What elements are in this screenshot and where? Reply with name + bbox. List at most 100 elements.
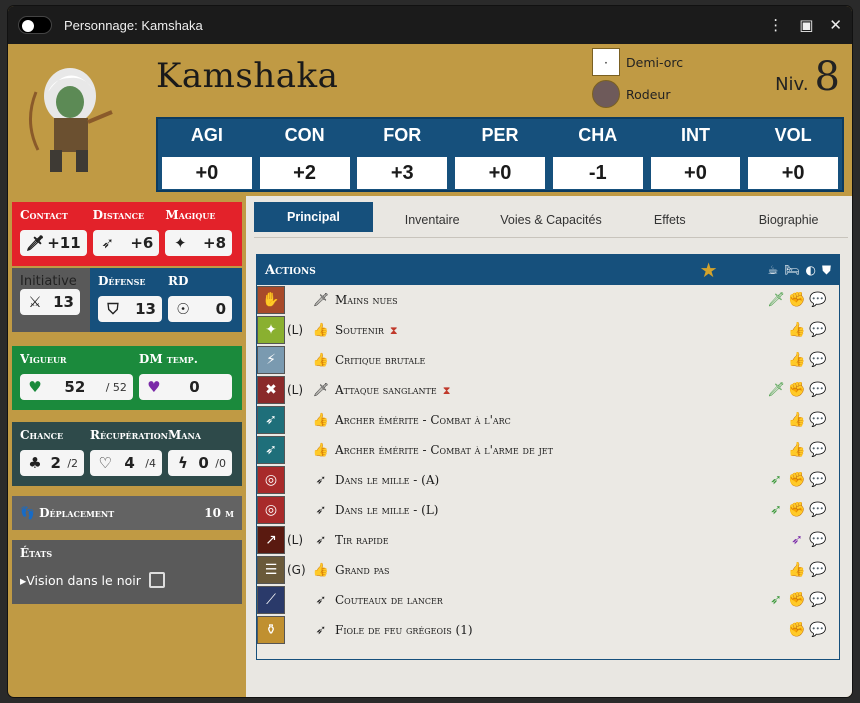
- action-row[interactable]: ➶ 👍 Archer émérite - Combat à l'arc 👍 💬: [257, 405, 839, 435]
- action-name[interactable]: Archer émérite - Combat à l'arme de jet: [335, 443, 788, 457]
- action-name[interactable]: Attaque sanglante ⧗: [335, 383, 767, 398]
- action-image[interactable]: ⚡: [257, 346, 285, 374]
- half-shield-icon[interactable]: ◐: [806, 263, 816, 277]
- action-image[interactable]: ➶: [257, 406, 285, 434]
- chat-icon[interactable]: 💬: [809, 562, 827, 578]
- class-item[interactable]: Rodeur: [592, 80, 670, 108]
- roll-icon[interactable]: ➶: [767, 592, 785, 608]
- attribute-agi[interactable]: AGI +0: [158, 119, 256, 190]
- character-portrait[interactable]: [14, 52, 126, 176]
- action-row[interactable]: ↗ (L) ➶ Tir rapide ➶ 💬: [257, 525, 839, 555]
- tab-effets[interactable]: Effets: [610, 202, 729, 237]
- state-checkbox[interactable]: [148, 572, 165, 588]
- action-row[interactable]: ✦ (L) 👍 Soutenir ⧗ 👍 💬: [257, 315, 839, 345]
- roll-icon[interactable]: 🗡: [767, 292, 785, 308]
- chat-icon[interactable]: 💬: [809, 412, 827, 428]
- rd-field[interactable]: ☉ 0: [168, 296, 232, 322]
- action-name[interactable]: Critique brutale: [335, 353, 788, 367]
- action-row[interactable]: ⟋ ➶ Couteaux de lancer ➶ ✊ 💬: [257, 585, 839, 615]
- roll-icon[interactable]: 👍: [788, 412, 806, 428]
- sheet-toggle[interactable]: [18, 16, 52, 34]
- defense-field[interactable]: ⛉ 13: [98, 296, 162, 322]
- roll-icon[interactable]: ✊: [788, 382, 806, 398]
- action-name[interactable]: Couteaux de lancer: [335, 593, 767, 607]
- contact-roll[interactable]: 🗡 +11: [20, 230, 87, 256]
- tab-inventaire[interactable]: Inventaire: [373, 202, 492, 237]
- roll-icon[interactable]: ➶: [767, 472, 785, 488]
- document-icon[interactable]: ▣: [799, 16, 813, 34]
- attribute-value[interactable]: +0: [650, 157, 741, 189]
- action-row[interactable]: ◎ ➶ Dans le mille - (A) ➶ ✊ 💬: [257, 465, 839, 495]
- attribute-con[interactable]: CON +2: [256, 119, 354, 190]
- tab-voies-capacites[interactable]: Voies & Capacités: [492, 202, 611, 237]
- action-row[interactable]: ✋ 🗡 Mains nues 🗡 ✊ 💬: [257, 285, 839, 315]
- attribute-value[interactable]: -1: [552, 157, 643, 189]
- bed-icon[interactable]: 🛏: [784, 263, 799, 277]
- action-image[interactable]: ☰: [257, 556, 285, 584]
- action-image[interactable]: ◎: [257, 496, 285, 524]
- vigueur-field[interactable]: ♥ 52 / 52: [20, 374, 133, 400]
- tab-principal[interactable]: Principal: [254, 202, 373, 232]
- action-name[interactable]: Mains nues: [335, 293, 767, 307]
- chat-icon[interactable]: 💬: [809, 532, 827, 548]
- attribute-per[interactable]: PER +0: [451, 119, 549, 190]
- chat-icon[interactable]: 💬: [809, 592, 827, 608]
- roll-icon[interactable]: ✊: [788, 592, 806, 608]
- roll-icon[interactable]: 👍: [788, 322, 806, 338]
- chat-icon[interactable]: 💬: [809, 352, 827, 368]
- action-name[interactable]: Tir rapide: [335, 533, 788, 547]
- roll-icon[interactable]: 👍: [788, 562, 806, 578]
- attribute-value[interactable]: +2: [259, 157, 350, 189]
- roll-icon[interactable]: 👍: [788, 442, 806, 458]
- attribute-for[interactable]: FOR +3: [353, 119, 451, 190]
- chat-icon[interactable]: 💬: [809, 502, 827, 518]
- attribute-cha[interactable]: CHA -1: [549, 119, 647, 190]
- action-name[interactable]: Dans le mille - (L): [335, 503, 767, 517]
- attribute-value[interactable]: +3: [357, 157, 448, 189]
- roll-icon[interactable]: ✊: [788, 292, 806, 308]
- roll-icon[interactable]: 👍: [788, 352, 806, 368]
- chance-field[interactable]: ♣ 2/2: [20, 450, 85, 476]
- roll-icon[interactable]: ✊: [788, 502, 806, 518]
- dm-temp-field[interactable]: ♥ 0: [138, 374, 232, 400]
- star-icon[interactable]: ★: [700, 258, 718, 282]
- roll-icon[interactable]: ➶: [788, 532, 806, 548]
- shield-icon[interactable]: ⛊: [822, 263, 831, 278]
- action-image[interactable]: ◎: [257, 466, 285, 494]
- action-image[interactable]: ⚱: [257, 616, 285, 644]
- action-image[interactable]: ⟋: [257, 586, 285, 614]
- action-row[interactable]: ⚡ 👍 Critique brutale 👍 💬: [257, 345, 839, 375]
- action-row[interactable]: ◎ ➶ Dans le mille - (L) ➶ ✊ 💬: [257, 495, 839, 525]
- action-name[interactable]: Archer émérite - Combat à l'arc: [335, 413, 788, 427]
- action-row[interactable]: ☰ (G) 👍 Grand pas 👍 💬: [257, 555, 839, 585]
- action-name[interactable]: Grand pas: [335, 563, 788, 577]
- roll-icon[interactable]: ✊: [788, 472, 806, 488]
- roll-icon[interactable]: 🗡: [767, 382, 785, 398]
- attribute-value[interactable]: +0: [455, 157, 545, 189]
- action-name[interactable]: Dans le mille - (A): [335, 473, 767, 487]
- action-name[interactable]: Fiole de feu grégeois (1): [335, 623, 788, 637]
- chat-icon[interactable]: 💬: [809, 292, 827, 308]
- distance-roll[interactable]: ➶ +6: [92, 230, 160, 256]
- attribute-value[interactable]: +0: [161, 157, 252, 189]
- action-image[interactable]: ✋: [257, 286, 285, 314]
- action-name[interactable]: Soutenir ⧗: [335, 323, 788, 338]
- action-image[interactable]: ✦: [257, 316, 285, 344]
- chat-icon[interactable]: 💬: [809, 322, 827, 338]
- action-row[interactable]: ✖ (L) 🗡 Attaque sanglante ⧗ 🗡 ✊ 💬: [257, 375, 839, 405]
- roll-icon[interactable]: ➶: [767, 502, 785, 518]
- chat-icon[interactable]: 💬: [809, 382, 827, 398]
- action-image[interactable]: ↗: [257, 526, 285, 554]
- chat-icon[interactable]: 💬: [809, 472, 827, 488]
- cup-icon[interactable]: ☕: [768, 263, 779, 277]
- chat-icon[interactable]: 💬: [809, 622, 827, 638]
- menu-dots-icon[interactable]: ⋮: [768, 16, 783, 34]
- action-image[interactable]: ✖: [257, 376, 285, 404]
- race-item[interactable]: · Demi-orc: [592, 48, 683, 76]
- chat-icon[interactable]: 💬: [809, 442, 827, 458]
- action-image[interactable]: ➶: [257, 436, 285, 464]
- magique-roll[interactable]: ✦ +8: [165, 230, 233, 256]
- recuperation-field[interactable]: ♡ 4/4: [90, 450, 162, 476]
- close-icon[interactable]: ✕: [829, 16, 842, 34]
- action-row[interactable]: ⚱ ➶ Fiole de feu grégeois (1) ✊ 💬: [257, 615, 839, 645]
